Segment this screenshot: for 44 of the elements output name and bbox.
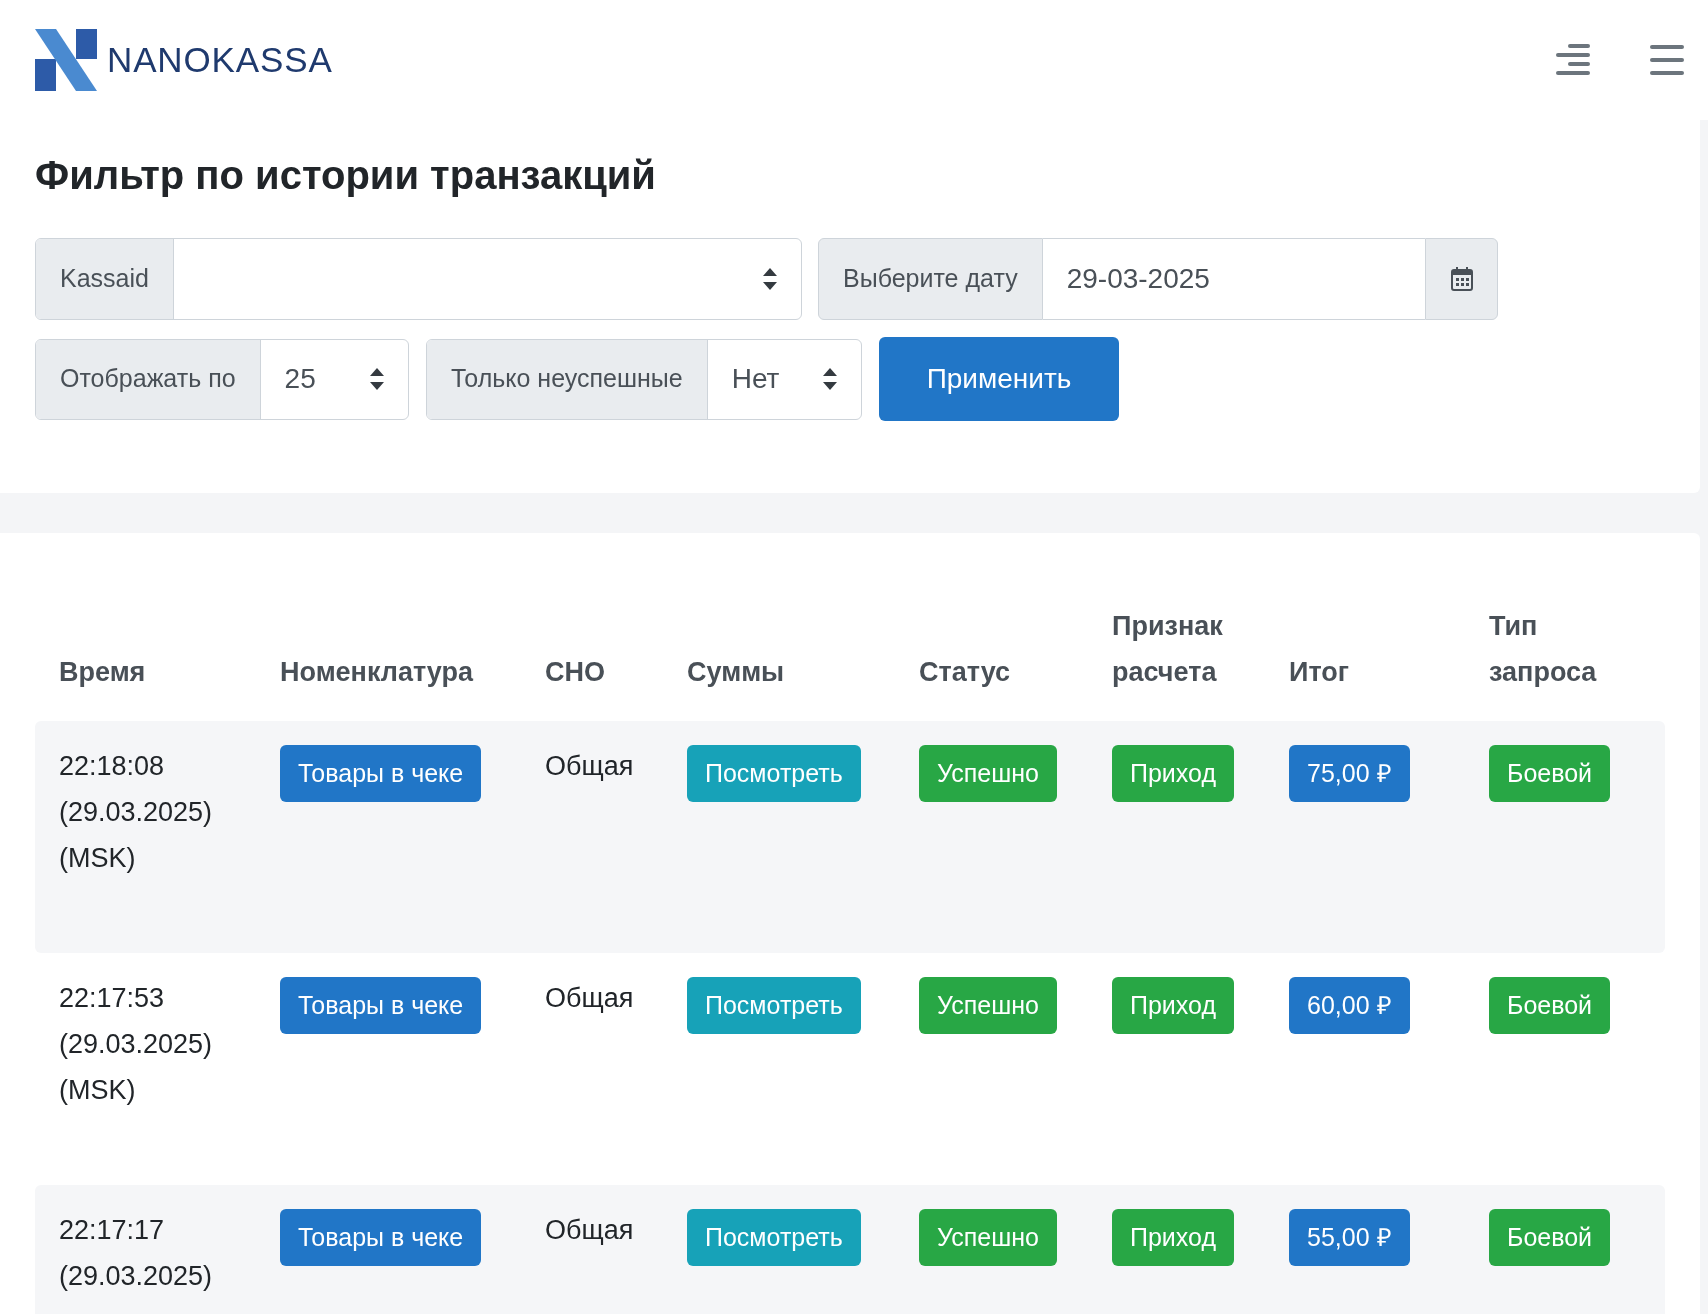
calendar-button[interactable]: [1425, 238, 1498, 320]
brand-name: NANOKASSA: [107, 38, 333, 81]
payment-type-badge: Приход: [1112, 745, 1234, 802]
payment-type-badge: Приход: [1112, 977, 1234, 1034]
apply-button[interactable]: Применить: [879, 337, 1119, 421]
align-right-icon[interactable]: [1556, 44, 1590, 76]
total-badge: 55,00 ₽: [1289, 1209, 1410, 1266]
column-header: Итог: [1289, 656, 1350, 689]
items-button[interactable]: Товары в чеке: [280, 977, 482, 1034]
time-cell-text: 22:18:08 (29.03.2025) (MSK): [59, 750, 214, 875]
calendar-icon: [1450, 267, 1473, 291]
payment-type-badge: Приход: [1112, 1209, 1234, 1266]
time-cell-text: 22:17:17 (29.03.2025): [59, 1214, 214, 1293]
tax-system-cell-text: Общая: [545, 982, 634, 1015]
column-header: Время: [59, 656, 147, 689]
tax-system-cell-text: Общая: [545, 1214, 634, 1247]
total-badge: 60,00 ₽: [1289, 977, 1410, 1034]
status-badge: Успешно: [919, 977, 1057, 1034]
column-header: Суммы: [687, 656, 786, 689]
request-type-badge: Боевой: [1489, 1209, 1611, 1266]
page-title: Фильтр по истории транзакций: [35, 152, 657, 199]
kassaid-select[interactable]: Kassaid: [35, 238, 802, 320]
status-badge: Успешно: [919, 1209, 1057, 1266]
view-button[interactable]: Посмотреть: [687, 977, 861, 1034]
view-button[interactable]: Посмотреть: [687, 1209, 861, 1266]
date-label: Выберите дату: [818, 238, 1043, 320]
column-header: Номенклатура: [280, 656, 475, 689]
menu-icon[interactable]: [1650, 45, 1684, 75]
status-badge: Успешно: [919, 745, 1057, 802]
column-header: Тип запроса: [1489, 610, 1598, 689]
column-header: СНО: [545, 656, 606, 689]
request-type-badge: Боевой: [1489, 745, 1611, 802]
items-button[interactable]: Товары в чеке: [280, 1209, 482, 1266]
logo-icon: [35, 29, 97, 91]
sort-icon: [763, 268, 777, 290]
date-field[interactable]: 29-03-2025: [1042, 238, 1425, 320]
time-cell-text: 22:17:53 (29.03.2025) (MSK): [59, 982, 214, 1107]
view-button[interactable]: Посмотреть: [687, 745, 861, 802]
tax-system-cell-text: Общая: [545, 750, 634, 783]
request-type-badge: Боевой: [1489, 977, 1611, 1034]
column-header: Статус: [919, 656, 1011, 689]
column-header: Признак расчета: [1112, 610, 1224, 689]
items-button[interactable]: Товары в чеке: [280, 745, 482, 802]
total-badge: 75,00 ₽: [1289, 745, 1410, 802]
